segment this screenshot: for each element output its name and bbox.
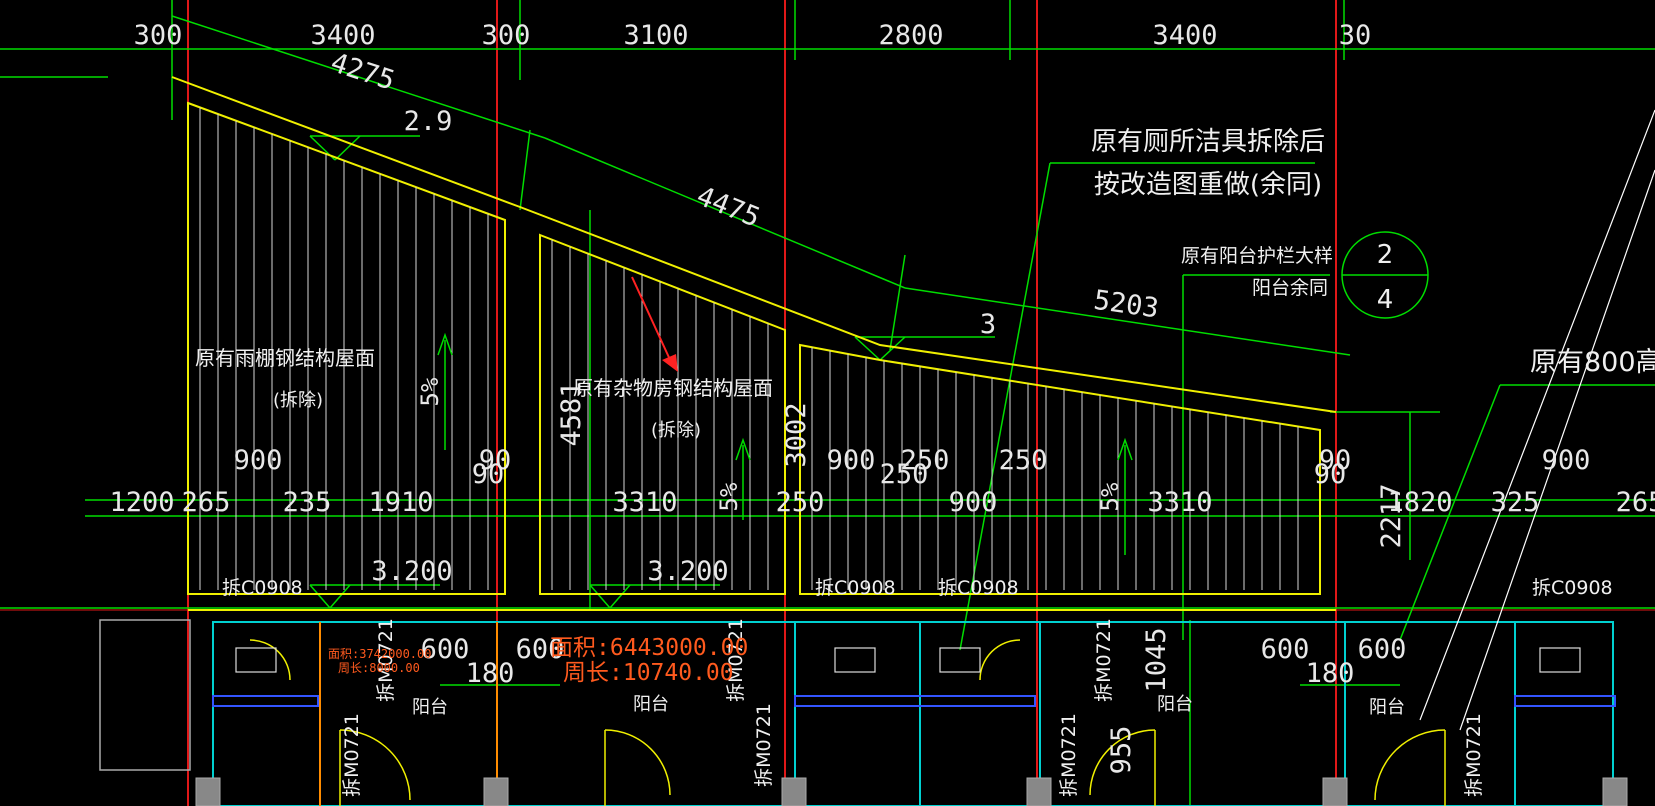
- room-label-2: 阳台: [633, 694, 669, 715]
- row2-dim-i: 1820: [1387, 487, 1452, 518]
- note2-line2: 阳台余同: [1252, 277, 1328, 299]
- door-tag-7: 拆M0721: [1463, 713, 1485, 797]
- row1-dim-g: 250: [999, 445, 1048, 476]
- row2-dim-b: 265: [182, 487, 231, 518]
- top-dim-2: 3400: [310, 20, 375, 51]
- window-tag-3: 拆C0908: [938, 577, 1019, 599]
- red-arrow-icon: [631, 276, 678, 372]
- row2-dim-j: 325: [1491, 487, 1540, 518]
- measure-perimeter-small: 周长:8000.00: [338, 661, 420, 675]
- row1-dim-a: 900: [234, 445, 283, 476]
- row1-dim-f: 250: [880, 459, 929, 490]
- note1-line1: 原有厕所洁具拆除后: [1091, 127, 1325, 157]
- section-lines: [1419, 109, 1655, 731]
- measure-area-small: 面积:3742000.00: [328, 647, 431, 661]
- slope-percent-1: 5%: [416, 377, 444, 406]
- window-tag-4: 拆C0908: [1532, 577, 1613, 599]
- window-tag-1: 拆C0908: [222, 577, 303, 599]
- row2-dim-h: 3310: [1147, 487, 1212, 518]
- top-dim-1: 300: [134, 20, 183, 51]
- row2-dim-k: 265: [1616, 487, 1655, 518]
- detail-number-top: 2: [1377, 240, 1394, 270]
- row1-dim-d: 900: [827, 445, 876, 476]
- cad-drawing-canvas[interactable]: 2 4 300 3400 300 3100 2800 3400 30 4275 …: [0, 0, 1655, 806]
- level-mark-1: 3.200: [371, 556, 452, 587]
- vert-dim-5: 955: [1106, 726, 1137, 775]
- row1-dim-c: 90: [472, 459, 505, 490]
- slope-dim-2: 4475: [692, 181, 764, 234]
- door-tag-4: 拆M0721: [753, 703, 775, 787]
- roof1-label: 原有雨棚钢结构屋面: [195, 346, 375, 370]
- roof2-label: 原有杂物房钢结构屋面: [573, 376, 773, 400]
- row1-dim-i: 90: [1314, 459, 1347, 490]
- slope-percent-2: 5%: [715, 482, 743, 511]
- room-label-4: 阳台: [1369, 697, 1405, 718]
- note1-line2: 按改造图重做(余同): [1094, 170, 1322, 200]
- roof1-note: (拆除): [273, 390, 323, 411]
- small-dim-b: 180: [466, 658, 515, 689]
- note2-line1: 原有阳台护栏大样: [1181, 245, 1333, 267]
- window-tag-2: 拆C0908: [815, 577, 896, 599]
- row2-dim-f: 250: [776, 487, 825, 518]
- door-tag-6: 拆M0721: [1058, 713, 1080, 797]
- level-mark-2: 3.200: [647, 556, 728, 587]
- detail-number-bottom: 4: [1377, 285, 1394, 315]
- small-dim-e: 180: [1306, 658, 1355, 689]
- vert-dim-4: 1045: [1141, 627, 1172, 692]
- detail-callout: 2 4: [1341, 231, 1429, 319]
- measure-area-big: 面积:6443000.00: [550, 635, 748, 661]
- measure-perimeter-big: 周长:10740.00: [563, 660, 734, 686]
- row2-dim-d: 1910: [368, 487, 433, 518]
- axis-lines: [0, 0, 1655, 806]
- top-dim-5: 2800: [878, 20, 943, 51]
- small-dim-f: 600: [1358, 634, 1407, 665]
- door-tag-3: 拆M0721: [341, 713, 363, 797]
- height-mark-1: 2.9: [404, 106, 453, 137]
- note3-label: 原有800高砖: [1530, 347, 1655, 378]
- roof2-note: (拆除): [651, 420, 701, 441]
- top-dim-7: 30: [1339, 20, 1372, 51]
- row1-dim-j: 900: [1542, 445, 1591, 476]
- slope-percent-3: 5%: [1096, 482, 1124, 511]
- top-dim-4: 3100: [623, 20, 688, 51]
- height-mark-2: 3: [980, 309, 996, 340]
- slope-dim-3: 5203: [1092, 285, 1161, 325]
- room-label-3: 阳台: [1157, 694, 1193, 715]
- door-tag-5: 拆M0721: [1093, 618, 1115, 702]
- slope-dim-1: 4275: [327, 47, 398, 97]
- room-label-1: 阳台: [412, 697, 448, 718]
- top-dim-6: 3400: [1152, 20, 1217, 51]
- row2-dim-a: 1200: [109, 487, 174, 518]
- vert-dim-2: 3002: [781, 402, 812, 467]
- top-dim-3: 300: [482, 20, 531, 51]
- row2-dim-g: 900: [949, 487, 998, 518]
- small-dim-d: 600: [1261, 634, 1310, 665]
- row2-dim-e: 3310: [612, 487, 677, 518]
- dimension-lines: [0, 0, 1655, 806]
- row2-dim-c: 235: [283, 487, 332, 518]
